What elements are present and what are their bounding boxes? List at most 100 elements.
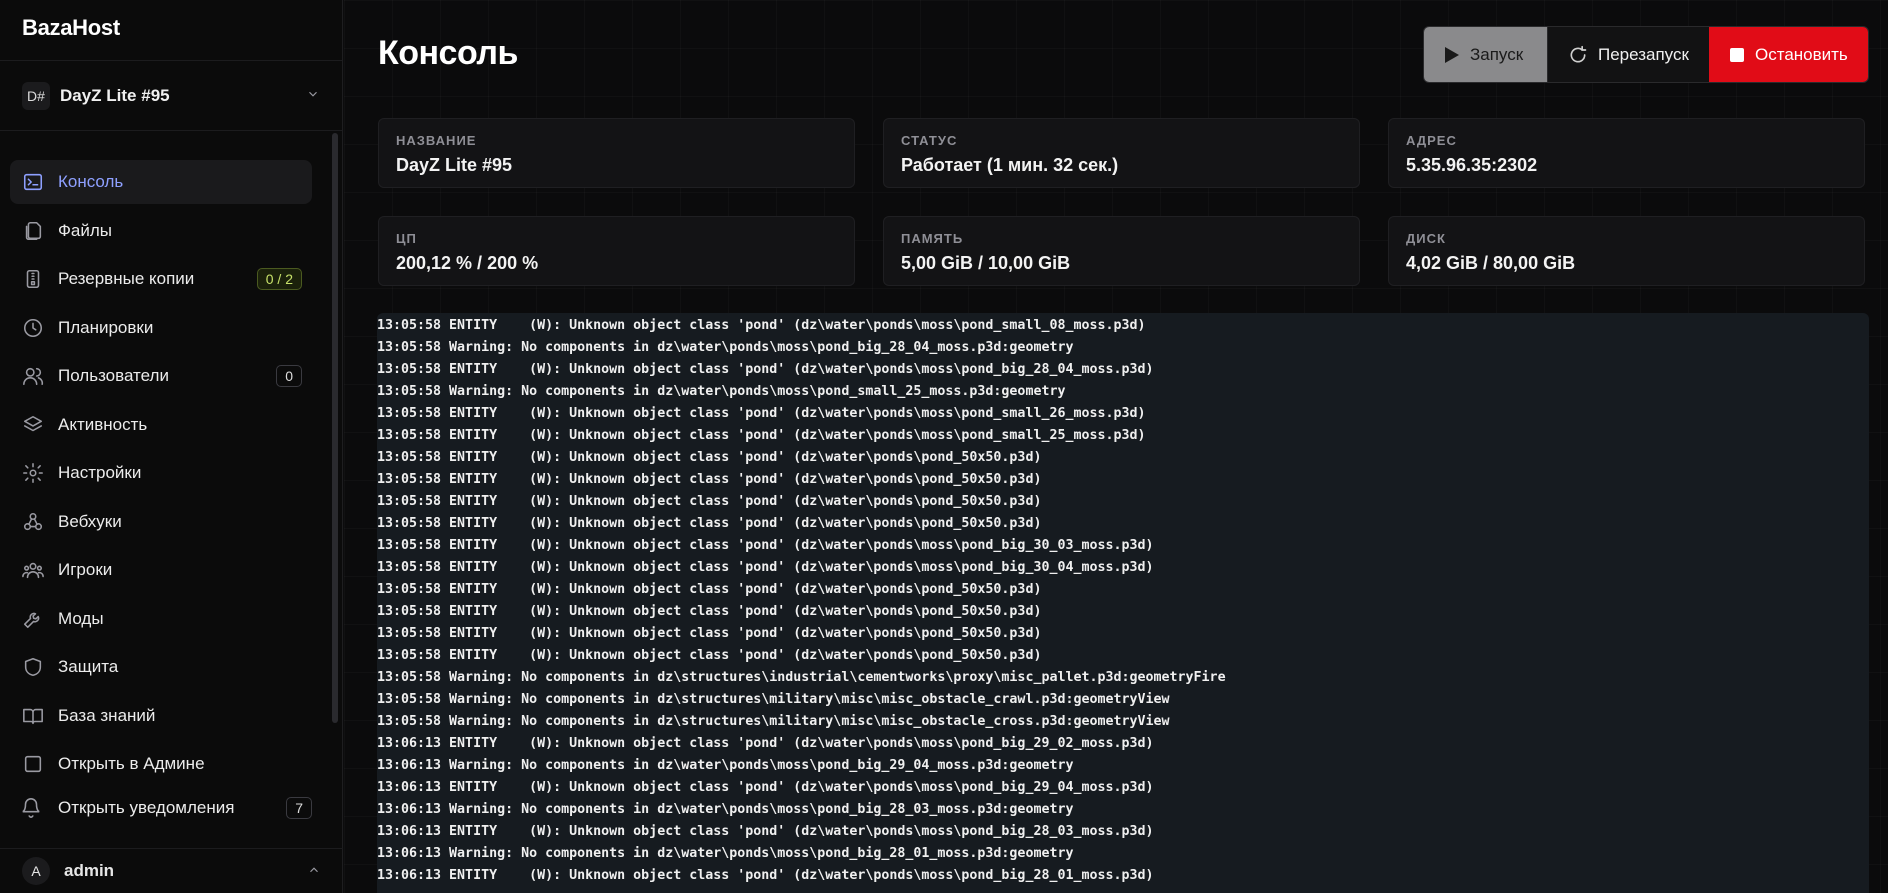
- sidebar-item-players[interactable]: Игроки: [10, 548, 312, 592]
- server-status-card: СТАТУС Работает (1 мин. 32 сек.): [883, 118, 1360, 188]
- console-line: 13:05:58 Warning: No components in dz\st…: [377, 714, 1170, 729]
- console-line: 13:05:58 ENTITY (W): Unknown object clas…: [377, 604, 1042, 619]
- start-button[interactable]: Запуск: [1424, 27, 1547, 82]
- sidebar-item-label: База знаний: [58, 705, 156, 725]
- sidebar-scrollbar[interactable]: [332, 133, 338, 723]
- bell-icon: [20, 797, 46, 819]
- admin-icon: [20, 751, 46, 776]
- console-line: 13:05:58 ENTITY (W): Unknown object clas…: [377, 626, 1042, 641]
- server-switcher[interactable]: D# DayZ Lite #95: [0, 61, 342, 131]
- sidebar-item-protection[interactable]: Защита: [10, 645, 312, 689]
- sidebar-item-label: Вебхуки: [58, 511, 122, 531]
- console-line: 13:06:13 Warning: No components in dz\wa…: [377, 758, 1074, 773]
- users-icon: [20, 363, 46, 389]
- clock-icon: [20, 315, 46, 341]
- players-icon: [20, 557, 46, 583]
- chevron-up-icon: [307, 863, 321, 880]
- cpu-card: ЦП 200,12 % / 200 %: [378, 216, 855, 286]
- refresh-icon: [1568, 45, 1588, 65]
- sidebar-item-knowledge-base[interactable]: База знаний: [10, 694, 312, 738]
- notifications-count-badge: 7: [286, 797, 312, 819]
- card-label: ПАМЯТЬ: [901, 231, 964, 246]
- card-value: 5,00 GiB / 10,00 GiB: [901, 253, 1071, 273]
- chevron-down-icon: [306, 87, 320, 104]
- terminal-icon: [20, 169, 46, 195]
- users-count-badge: 0: [276, 365, 302, 387]
- book-icon: [20, 703, 46, 729]
- server-name-card: НАЗВАНИЕ DayZ Lite #95: [378, 118, 855, 188]
- card-label: НАЗВАНИЕ: [396, 133, 477, 148]
- sidebar-item-console[interactable]: Консоль: [10, 160, 312, 204]
- open-notifications-button[interactable]: Открыть уведомления 7: [10, 786, 322, 830]
- server-tag: D#: [22, 81, 50, 110]
- sidebar-item-label: Консоль: [58, 172, 124, 191]
- console-line: 13:05:58 ENTITY (W): Unknown object clas…: [377, 648, 1042, 663]
- stop-icon: [1729, 47, 1745, 63]
- card-value[interactable]: 5.35.96.35:2302: [1406, 155, 1847, 176]
- disk-card: ДИСК 4,02 GiB / 80,00 GiB: [1388, 216, 1865, 286]
- backups-count-badge: 0 / 2: [256, 268, 302, 290]
- archive-icon: [20, 266, 46, 292]
- sidebar-item-mods[interactable]: Моды: [10, 597, 312, 641]
- console-line: 13:05:58 ENTITY (W): Unknown object clas…: [377, 494, 1042, 509]
- start-label: Запуск: [1470, 44, 1524, 64]
- console-line: 13:05:58 ENTITY (W): Unknown object clas…: [377, 362, 1154, 377]
- console-line: 13:05:58 ENTITY (W): Unknown object clas…: [377, 560, 1154, 575]
- console-output[interactable]: 13:05:58 ENTITY (W): Unknown object clas…: [377, 313, 1869, 893]
- sidebar-item-files[interactable]: Файлы: [10, 209, 312, 253]
- card-label: СТАТУС: [901, 133, 958, 148]
- sidebar-item-label: Моды: [58, 608, 104, 628]
- console-line: 13:06:13 Warning: No components in dz\wa…: [377, 846, 1074, 861]
- sidebar-item-open-admin[interactable]: Открыть в Админе: [10, 742, 312, 776]
- power-controls: Запуск Перезапуск Остановить: [1423, 26, 1869, 83]
- page-title: Консоль: [378, 34, 518, 72]
- sidebar-item-label: Активность: [58, 414, 148, 434]
- memory-card: ПАМЯТЬ 5,00 GiB / 10,00 GiB: [883, 216, 1360, 286]
- console-line: 13:05:58 ENTITY (W): Unknown object clas…: [377, 472, 1042, 487]
- console-line: 13:05:58 ENTITY (W): Unknown object clas…: [377, 516, 1042, 531]
- sidebar-item-label: Резервные копии: [58, 269, 195, 288]
- shield-icon: [20, 654, 46, 680]
- gear-icon: [20, 460, 46, 486]
- sidebar-item-backups[interactable]: Резервные копии 0 / 2: [10, 257, 312, 301]
- brand-logo[interactable]: BazaHost: [0, 0, 342, 61]
- avatar: A: [22, 857, 50, 885]
- server-name: DayZ Lite #95: [60, 85, 170, 105]
- stop-label: Остановить: [1755, 44, 1848, 64]
- files-icon: [20, 218, 46, 244]
- card-label: АДРЕС: [1406, 133, 1457, 148]
- card-value: DayZ Lite #95: [396, 155, 513, 175]
- play-icon: [1444, 46, 1460, 64]
- user-menu[interactable]: A admin: [0, 848, 343, 893]
- notifications-label: Открыть уведомления: [58, 798, 235, 817]
- console-line: 13:06:13 ENTITY (W): Unknown object clas…: [377, 824, 1154, 839]
- card-label: ЦП: [396, 231, 417, 246]
- sidebar-item-label: Открыть в Админе: [58, 754, 205, 773]
- sidebar-item-settings[interactable]: Настройки: [10, 451, 312, 495]
- card-value: 200,12 % / 200 %: [396, 253, 539, 273]
- sidebar: BazaHost D# DayZ Lite #95 Консоль Файлы …: [0, 0, 343, 893]
- user-name: admin: [64, 861, 115, 880]
- console-line: 13:06:13 Warning: No components in dz\wa…: [377, 802, 1074, 817]
- stop-button[interactable]: Остановить: [1709, 27, 1868, 82]
- sidebar-item-activity[interactable]: Активность: [10, 403, 312, 447]
- wrench-icon: [20, 606, 46, 632]
- sidebar-item-label: Планировки: [58, 317, 154, 337]
- sidebar-item-label: Файлы: [58, 220, 113, 240]
- console-line: 13:06:13 ENTITY (W): Unknown object clas…: [377, 868, 1154, 883]
- sidebar-item-schedules[interactable]: Планировки: [10, 306, 312, 350]
- console-line: 13:05:58 Warning: No components in dz\st…: [377, 670, 1226, 685]
- sidebar-item-webhooks[interactable]: Вебхуки: [10, 500, 312, 544]
- card-label: ДИСК: [1406, 231, 1446, 246]
- card-value: Работает (1 мин. 32 сек.): [901, 155, 1119, 175]
- sidebar-item-label: Пользователи: [58, 366, 169, 385]
- console-line: 13:05:58 ENTITY (W): Unknown object clas…: [377, 538, 1154, 553]
- restart-button[interactable]: Перезапуск: [1547, 27, 1709, 82]
- console-line: 13:05:58 ENTITY (W): Unknown object clas…: [377, 582, 1042, 597]
- console-line: 13:05:58 Warning: No components in dz\st…: [377, 692, 1170, 707]
- console-line: 13:05:58 ENTITY (W): Unknown object clas…: [377, 406, 1146, 421]
- sidebar-item-users[interactable]: Пользователи 0: [10, 354, 312, 398]
- restart-label: Перезапуск: [1598, 44, 1689, 64]
- console-line: 13:05:58 ENTITY (W): Unknown object clas…: [377, 318, 1146, 333]
- main-content: Консоль Запуск Перезапуск Остановить НАЗ…: [344, 0, 1888, 893]
